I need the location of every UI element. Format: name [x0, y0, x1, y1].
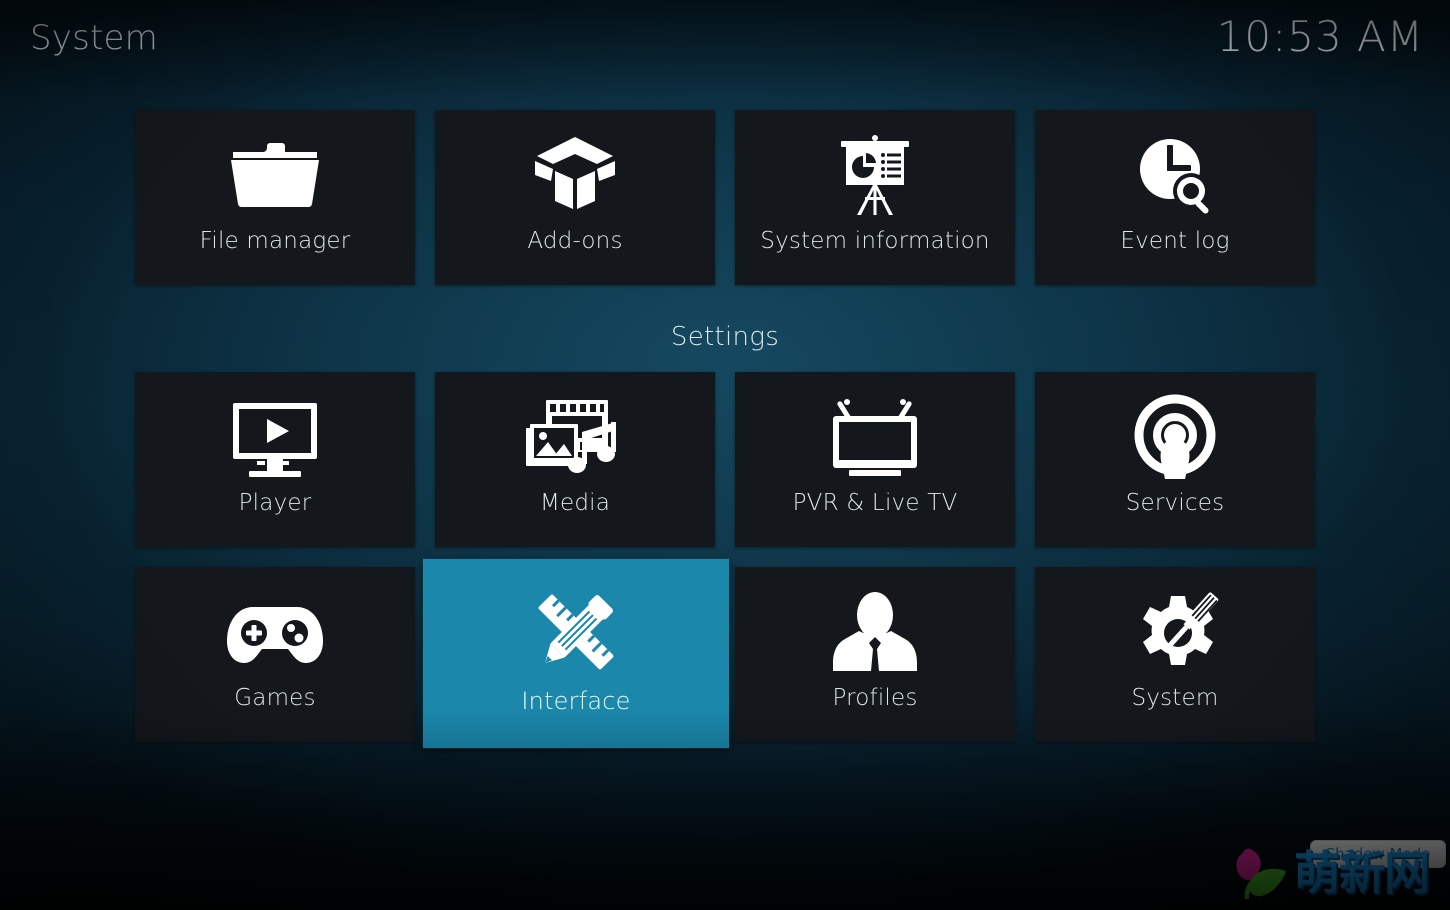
tile-label: Media: [539, 490, 611, 516]
tile-label: System: [1131, 685, 1219, 711]
tile-label: File manager: [199, 228, 351, 254]
tile-player[interactable]: Player: [135, 372, 415, 547]
tile-media[interactable]: Media: [435, 372, 715, 547]
tile-profiles[interactable]: Profiles: [735, 567, 1015, 742]
gamepad-icon: [135, 567, 415, 679]
page-title: System: [30, 18, 158, 58]
tile-label: PVR & Live TV: [792, 490, 958, 516]
watermark: 萌新网: [1228, 845, 1430, 901]
pencil-ruler-icon: [423, 559, 729, 683]
tile-label: Games: [234, 685, 316, 711]
media-library-icon: [435, 372, 715, 484]
tile-services[interactable]: Services: [1035, 372, 1315, 547]
tv-antenna-icon: [735, 372, 1015, 484]
settings-section-label: Settings: [670, 322, 780, 352]
clock: 10:53 AM: [1216, 12, 1424, 61]
person-icon: [735, 567, 1015, 679]
tile-label: Event log: [1120, 228, 1230, 254]
tile-label: Services: [1125, 490, 1225, 516]
leaf-logo-icon: [1236, 848, 1286, 899]
tile-label: System information: [760, 228, 990, 254]
tile-label: Add-ons: [527, 228, 623, 254]
header-bar: System 10:53 AM: [0, 0, 1450, 88]
tile-label: Profiles: [832, 685, 918, 711]
folder-icon: [135, 110, 415, 222]
open-box-icon: [435, 110, 715, 222]
gear-screwdriver-icon: [1035, 567, 1315, 679]
kodi-system-screen: System 10:53 AM File manager Add-ons Sys…: [0, 0, 1450, 910]
tile-system[interactable]: System: [1035, 567, 1315, 742]
tile-games[interactable]: Games: [135, 567, 415, 742]
monitor-play-icon: [135, 372, 415, 484]
presentation-board-icon: [735, 110, 1015, 222]
tile-file-manager[interactable]: File manager: [135, 110, 415, 285]
tile-label: Interface: [521, 687, 631, 715]
clock-search-icon: [1035, 110, 1315, 222]
tile-system-information[interactable]: System information: [735, 110, 1015, 285]
tile-event-log[interactable]: Event log: [1035, 110, 1315, 285]
tile-interface[interactable]: Interface: [423, 559, 729, 748]
broadcast-icon: [1035, 372, 1315, 484]
tile-add-ons[interactable]: Add-ons: [435, 110, 715, 285]
tile-pvr-live-tv[interactable]: PVR & Live TV: [735, 372, 1015, 547]
tile-label: Player: [238, 490, 312, 516]
watermark-text: 萌新网: [1294, 846, 1430, 900]
